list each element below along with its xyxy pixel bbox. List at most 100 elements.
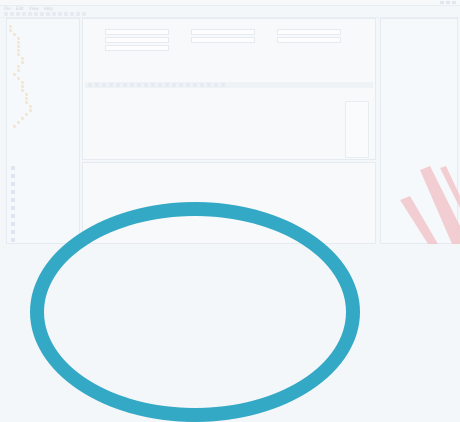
grid-toolbar-button[interactable] [172,83,176,87]
tree-item[interactable] [17,37,22,40]
maximize-button[interactable] [446,1,450,4]
grid-toolbar-button[interactable] [130,83,134,87]
folder-icon [17,53,20,56]
tree-item[interactable] [21,61,26,64]
nav-section-item[interactable] [11,221,77,226]
nav-section-item[interactable] [11,181,77,186]
nav-section-item[interactable] [11,213,77,218]
grid-toolbar-button[interactable] [109,83,113,87]
tree-item[interactable] [17,77,22,80]
grid-toolbar-button[interactable] [137,83,141,87]
toolbar-button[interactable] [46,12,50,16]
folder-icon [25,97,28,100]
tree-item[interactable] [25,93,30,96]
tree-item[interactable] [9,29,14,32]
toolbar-button[interactable] [40,12,44,16]
grid-toolbar-button[interactable] [116,83,120,87]
tree-item[interactable] [17,69,22,72]
tree-item[interactable] [21,85,26,88]
folder-icon [21,61,24,64]
toolbar-button[interactable] [34,12,38,16]
folder-icon [13,73,16,76]
tree-item[interactable] [17,65,22,68]
field-input[interactable] [191,37,255,43]
tree-item[interactable] [13,125,18,128]
grid-toolbar-button[interactable] [158,83,162,87]
nav-section-item[interactable] [11,173,77,178]
nav-section-item[interactable] [11,205,77,210]
section-icon [11,189,15,194]
toolbar-button[interactable] [64,12,68,16]
field-input[interactable] [277,29,341,35]
grid-toolbar-button[interactable] [200,83,204,87]
section-icon [11,237,15,242]
field-input[interactable] [105,45,169,51]
nav-section-item[interactable] [11,229,77,234]
field-input[interactable] [105,29,169,35]
minimize-button[interactable] [440,1,444,4]
tree-item[interactable] [25,113,30,116]
tree-item[interactable] [13,73,18,76]
tree-item[interactable] [17,41,22,44]
folder-icon [21,57,24,60]
grid-toolbar-button[interactable] [193,83,197,87]
tree-item[interactable] [25,101,30,104]
toolbar-button[interactable] [16,12,20,16]
field-input[interactable] [191,29,255,35]
toolbar-button[interactable] [4,12,8,16]
toolbar-button[interactable] [58,12,62,16]
nav-section-item[interactable] [11,165,77,170]
grid-toolbar-button[interactable] [144,83,148,87]
section-icon [11,197,15,202]
grid-toolbar-button[interactable] [186,83,190,87]
tree-item[interactable] [21,89,26,92]
field-input[interactable] [277,37,341,43]
column-header[interactable] [135,89,159,93]
toolbar-button[interactable] [28,12,32,16]
tree-item[interactable] [29,105,34,108]
tree-item[interactable] [17,49,22,52]
grid-toolbar-button[interactable] [165,83,169,87]
tree-item[interactable] [25,97,30,100]
tree-item[interactable] [29,109,34,112]
tree-item[interactable] [17,53,22,56]
grid-toolbar-button[interactable] [207,83,211,87]
grid-toolbar-button[interactable] [179,83,183,87]
tree-item[interactable] [9,25,14,28]
toolbar-button[interactable] [52,12,56,16]
column-header[interactable] [183,89,211,93]
grid-toolbar-button[interactable] [151,83,155,87]
table-row[interactable] [85,105,373,110]
toolbar-button[interactable] [70,12,74,16]
folder-icon [25,113,28,116]
column-header[interactable] [105,89,135,93]
field-input[interactable] [105,37,169,43]
close-button[interactable] [452,1,456,4]
column-header[interactable] [281,89,341,93]
folder-icon [17,65,20,68]
list-item[interactable] [85,176,373,181]
tree-item[interactable] [21,81,26,84]
grid-toolbar-button[interactable] [214,83,218,87]
column-header[interactable] [211,89,241,93]
tree-item[interactable] [17,121,22,124]
column-header[interactable] [241,89,281,93]
toolbar-button[interactable] [76,12,80,16]
nav-section-item[interactable] [11,197,77,202]
toolbar-button[interactable] [10,12,14,16]
grid-toolbar-button[interactable] [95,83,99,87]
grid-toolbar-button[interactable] [102,83,106,87]
grid-toolbar-button[interactable] [88,83,92,87]
tree-item[interactable] [21,117,26,120]
column-header[interactable] [85,89,105,93]
toolbar-button[interactable] [22,12,26,16]
tree-item[interactable] [21,57,26,60]
nav-section-item[interactable] [11,189,77,194]
folder-icon [17,69,20,72]
tree-item[interactable] [13,33,18,36]
toolbar-button[interactable] [82,12,86,16]
grid-toolbar-button[interactable] [221,83,225,87]
grid-toolbar-button[interactable] [123,83,127,87]
tree-item[interactable] [17,45,22,48]
column-header[interactable] [159,89,183,93]
